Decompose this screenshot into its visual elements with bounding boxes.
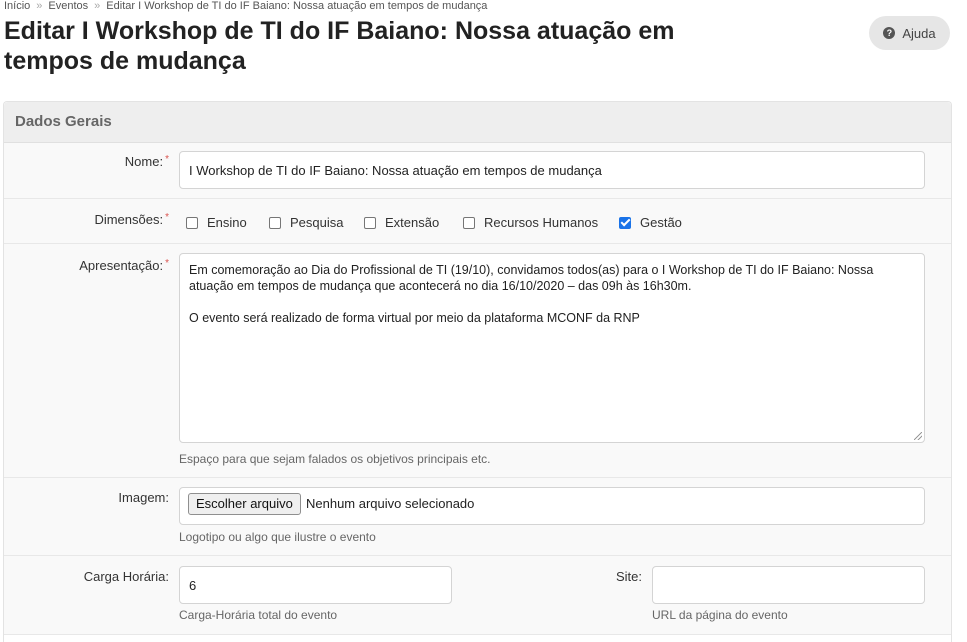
- dados-gerais-panel: Dados Gerais Nome: * I Workshop de TI do …: [3, 101, 952, 642]
- breadcrumb-separator-icon: »: [94, 0, 101, 12]
- breadcrumb-current: Editar I Workshop de TI do IF Baiano: No…: [106, 0, 488, 12]
- site-input[interactable]: [652, 566, 925, 604]
- checkbox-recursos-humanos-label: Recursos Humanos: [484, 215, 599, 230]
- form-row-carga-site: Carga Horária: 6 Carga-Horária total do …: [4, 556, 951, 635]
- file-status: Nenhum arquivo selecionado: [306, 496, 475, 511]
- dimensoes-label: Dimensões: *: [94, 212, 169, 227]
- page-title: Editar I Workshop de TI do IF Baiano: No…: [4, 17, 675, 75]
- resize-grip-icon[interactable]: [914, 432, 922, 440]
- help-button[interactable]: ? Ajuda: [869, 16, 950, 50]
- form-row-nome: Nome: * I Workshop de TI do IF Baiano: No…: [4, 143, 951, 199]
- nome-label: Nome: *: [124, 154, 169, 169]
- imagem-file-input[interactable]: Escolher arquivo Nenhum arquivo selecion…: [179, 487, 925, 525]
- breadcrumb-link-eventos[interactable]: Eventos: [48, 0, 88, 12]
- site-help-text: URL da página do evento: [652, 608, 788, 622]
- breadcrumb: Início » Eventos » Editar I Workshop de TI d…: [4, 0, 487, 12]
- nome-input[interactable]: I Workshop de TI do IF Baiano: Nossa atu…: [179, 151, 925, 189]
- carga-horaria-input[interactable]: 6: [179, 566, 452, 604]
- required-marker: *: [165, 212, 169, 223]
- apresentacao-label: Apresentação: *: [79, 258, 169, 273]
- breadcrumb-link-inicio[interactable]: Início: [4, 0, 30, 12]
- apresentacao-paragraph: Em comemoração ao Dia do Profissional de…: [189, 263, 874, 293]
- checkbox-gestao[interactable]: Gestão: [619, 215, 682, 230]
- form-row-apresentacao: Apresentação: * Em comemoração ao Dia do …: [4, 244, 951, 478]
- checkbox-box-checked[interactable]: [619, 216, 631, 229]
- required-marker: *: [165, 154, 169, 165]
- checkbox-pesquisa[interactable]: Pesquisa: [269, 215, 343, 230]
- checkbox-box[interactable]: [269, 216, 281, 229]
- question-circle-icon: ?: [883, 27, 896, 39]
- imagem-label: Imagem:: [118, 490, 169, 505]
- apresentacao-textarea[interactable]: Em comemoração ao Dia do Profissional de…: [179, 253, 925, 443]
- checkbox-pesquisa-label: Pesquisa: [290, 215, 344, 230]
- checkbox-extensao[interactable]: Extensão: [364, 215, 439, 230]
- checkbox-gestao-label: Gestão: [640, 215, 682, 230]
- checkbox-box[interactable]: [364, 216, 376, 229]
- checkbox-recursos-humanos[interactable]: Recursos Humanos: [463, 215, 598, 230]
- form-row-imagem: Imagem: Escolher arquivo Nenhum arquivo …: [4, 478, 951, 556]
- apresentacao-paragraph: O evento será realizado de forma virtual…: [189, 311, 640, 325]
- checkbox-ensino[interactable]: Ensino: [186, 215, 247, 230]
- form-row-dimensoes: Dimensões: * Ensino Pesquisa Extensão Rec…: [4, 199, 951, 244]
- breadcrumb-separator-icon: »: [36, 0, 43, 12]
- checkbox-extensao-label: Extensão: [385, 215, 440, 230]
- help-button-label: Ajuda: [902, 25, 936, 41]
- imagem-help-text: Logotipo ou algo que ilustre o evento: [179, 530, 376, 544]
- checkbox-box[interactable]: [186, 216, 198, 229]
- carga-horaria-label: Carga Horária:: [83, 569, 169, 584]
- required-marker: *: [165, 258, 169, 269]
- checkbox-ensino-label: Ensino: [207, 215, 247, 230]
- panel-title: Dados Gerais: [4, 102, 951, 143]
- apresentacao-help-text: Espaço para que sejam falados os objetiv…: [179, 452, 491, 466]
- site-label: Site:: [615, 569, 642, 584]
- choose-file-button[interactable]: Escolher arquivo: [188, 493, 301, 515]
- carga-horaria-help-text: Carga-Horária total do evento: [179, 608, 338, 622]
- checkbox-box[interactable]: [463, 216, 475, 229]
